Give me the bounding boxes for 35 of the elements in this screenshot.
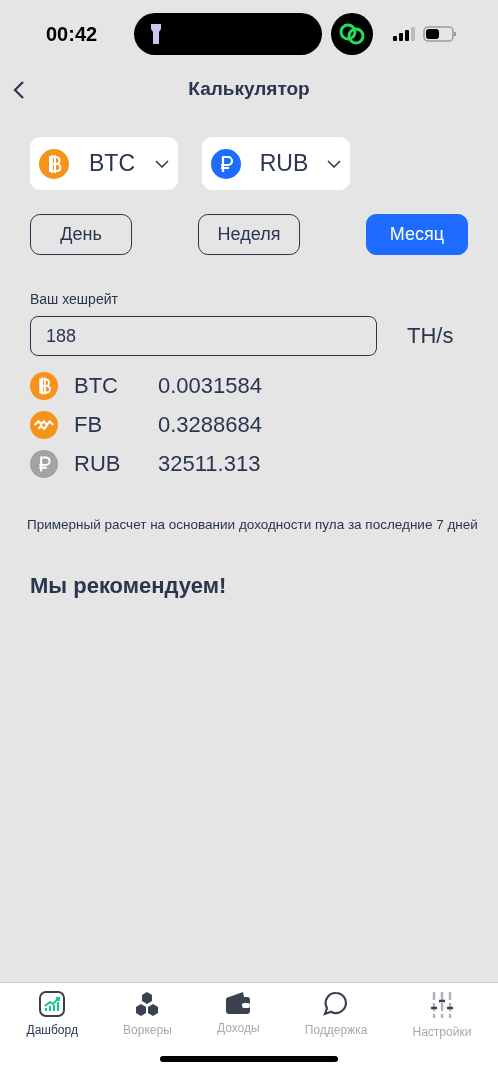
bitcoin-icon (30, 372, 58, 400)
chevron-down-icon (155, 159, 169, 168)
currency-dropdown[interactable]: BTC (30, 137, 178, 190)
estimate-note: Примерный расчет на основании доходности пула за последние 7 дней (27, 516, 478, 533)
currency-dropdown[interactable]: RUB (202, 137, 350, 190)
tab-bar-item[interactable]: Дашборд (26, 991, 78, 1039)
back-icon[interactable] (13, 80, 25, 100)
coin-amount: 0.0031584 (158, 373, 262, 399)
ruble-icon (211, 148, 241, 179)
coin-name: BTC (74, 373, 119, 399)
link-icon (331, 13, 373, 55)
sliders-icon (429, 991, 454, 1019)
chat-bubble-icon (323, 991, 350, 1017)
bitcoin-icon (39, 148, 69, 179)
coin-name: RUB (74, 451, 122, 477)
coin-name: FB (74, 412, 104, 438)
section-heading: Мы рекомендуем! (30, 573, 228, 599)
period-tab[interactable]: Неделя (198, 214, 300, 255)
coin-icon (30, 411, 58, 439)
screen-title: Калькулятор (188, 78, 310, 100)
coin-amount: 0.3288684 (158, 412, 262, 438)
period-tab[interactable]: Месяц (366, 214, 468, 255)
chart-icon (39, 991, 66, 1017)
flashlight-icon (149, 22, 163, 46)
coin-amount: 32511.313 (158, 451, 261, 477)
status-time: 00:42 (46, 22, 99, 46)
hashrate-input[interactable]: 188 (30, 316, 377, 356)
field-label: Ваш хешрейт (29, 290, 119, 307)
signal-icon (393, 27, 415, 41)
period-tab[interactable]: День (30, 214, 132, 255)
ruble-icon (30, 450, 58, 478)
chevron-down-icon (327, 159, 341, 168)
wallet-icon (225, 991, 252, 1015)
battery-icon (423, 26, 457, 42)
unit-label: TH/s (407, 323, 454, 349)
